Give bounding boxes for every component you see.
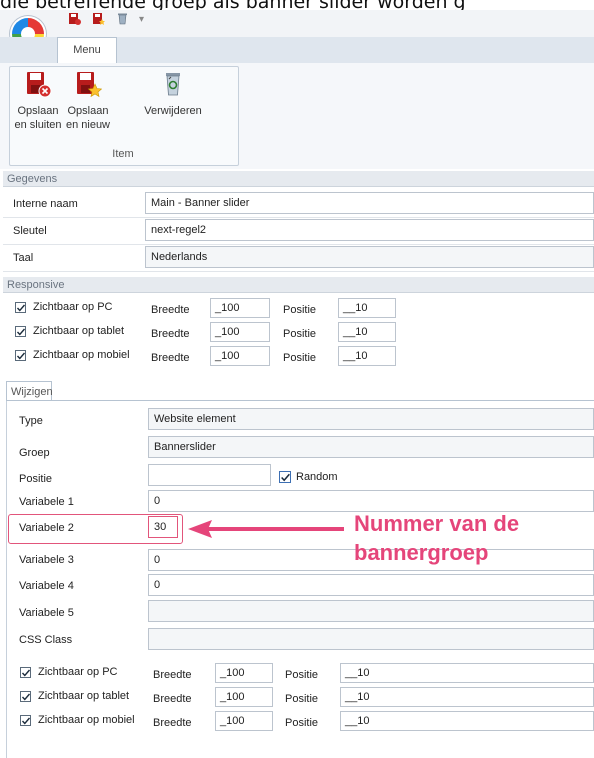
- label-taal: Taal: [13, 252, 34, 264]
- label-variabele-5: Variabele 5: [19, 607, 74, 619]
- wijzigen-row-mobiel: Zichtbaar op mobiel Breedte _100 Positie…: [0, 709, 594, 733]
- qat-customize-icon[interactable]: ▾: [139, 14, 144, 25]
- label-breedte: Breedte: [153, 693, 192, 705]
- label-breedte: Breedte: [151, 328, 190, 340]
- label-variabele-4: Variabele 4: [19, 580, 74, 592]
- positie-input-pc[interactable]: __10: [340, 663, 594, 683]
- label-positie: Positie: [285, 717, 319, 729]
- positie-input-mobiel[interactable]: __10: [340, 711, 594, 731]
- positie-input-tablet[interactable]: __10: [340, 687, 594, 707]
- save-close-icon: [27, 72, 52, 98]
- delete-label: Verwijderen: [144, 105, 202, 117]
- save-and-close-button[interactable]: Opslaan en sluiten: [14, 70, 62, 132]
- checkbox-random[interactable]: [279, 471, 291, 483]
- annotation-text: Nummer van de bannergroep: [354, 509, 519, 567]
- label-breedte: Breedte: [153, 669, 192, 681]
- label-variabele-3: Variabele 3: [19, 554, 74, 566]
- save-new-icon[interactable]: [92, 12, 105, 25]
- breedte-input-mobiel[interactable]: _100: [210, 346, 270, 366]
- variabele-4-field[interactable]: 0: [148, 574, 594, 596]
- label-positie: Positie: [285, 693, 319, 705]
- wijzigen-row-tablet: Zichtbaar op tablet Breedte _100 Positie…: [0, 685, 594, 709]
- recycle-bin-icon: [166, 73, 180, 96]
- breedte-input-mobiel[interactable]: _100: [215, 711, 273, 731]
- annotation-arrow-icon: [188, 520, 344, 538]
- label-zichtbaar-pc: Zichtbaar op PC: [38, 666, 118, 678]
- save-and-new-button[interactable]: Opslaan en nieuw: [64, 70, 112, 132]
- sleutel-field[interactable]: next-regel2: [145, 219, 594, 241]
- checkmark-icon: [21, 693, 31, 701]
- label-zichtbaar-mobiel: Zichtbaar op mobiel: [33, 349, 130, 361]
- checkmark-icon: [21, 717, 31, 725]
- label-positie: Positie: [19, 473, 53, 485]
- positie-input-mobiel[interactable]: __10: [338, 346, 396, 366]
- breedte-input-pc[interactable]: _100: [215, 663, 273, 683]
- variabele-5-field[interactable]: [148, 600, 594, 622]
- label-positie: Positie: [283, 328, 317, 340]
- positie-field[interactable]: [148, 464, 271, 486]
- tab-wijzigen[interactable]: Wijzigen: [6, 381, 53, 401]
- groep-select[interactable]: Bannerslider: [148, 436, 594, 458]
- label-breedte: Breedte: [153, 717, 192, 729]
- save-new-icon: [77, 72, 102, 98]
- checkbox-zichtbaar-mobiel[interactable]: [15, 350, 26, 361]
- label-groep: Groep: [19, 447, 50, 459]
- breedte-input-tablet[interactable]: _100: [210, 322, 270, 342]
- positie-input-pc[interactable]: __10: [338, 298, 396, 318]
- recycle-bin-icon[interactable]: [116, 12, 129, 25]
- row-divider: [3, 244, 594, 245]
- css-class-field[interactable]: [148, 628, 594, 650]
- checkmark-icon: [281, 473, 290, 482]
- highlight-box: [8, 514, 183, 544]
- section-gegevens-header: Gegevens: [3, 171, 594, 187]
- checkbox-zichtbaar-pc[interactable]: [20, 667, 31, 678]
- checkbox-zichtbaar-mobiel[interactable]: [20, 715, 31, 726]
- responsive-row-tablet: Zichtbaar op tablet Breedte _100 Positie…: [0, 320, 594, 344]
- positie-input-tablet[interactable]: __10: [338, 322, 396, 342]
- checkbox-zichtbaar-pc[interactable]: [15, 302, 26, 313]
- interne-naam-field[interactable]: Main - Banner slider: [145, 192, 594, 214]
- label-breedte: Breedte: [151, 352, 190, 364]
- checkbox-zichtbaar-tablet[interactable]: [20, 691, 31, 702]
- responsive-row-pc: Zichtbaar op PC Breedte _100 Positie __1…: [0, 296, 594, 320]
- checkmark-icon: [16, 328, 26, 336]
- ribbon-group-label: Item: [112, 148, 134, 160]
- row-divider: [3, 217, 594, 218]
- save-close-icon[interactable]: [68, 12, 81, 25]
- responsive-row-mobiel: Zichtbaar op mobiel Breedte _100 Positie…: [0, 344, 594, 368]
- save-and-close-label: Opslaan en sluiten: [14, 105, 62, 131]
- breedte-input-pc[interactable]: _100: [210, 298, 270, 318]
- annotation-line-1: Nummer van de: [354, 511, 520, 536]
- row-divider: [3, 271, 594, 272]
- delete-button[interactable]: Verwijderen: [114, 70, 232, 118]
- label-css-class: CSS Class: [19, 634, 73, 646]
- checkmark-icon: [16, 304, 26, 312]
- breedte-input-tablet[interactable]: _100: [215, 687, 273, 707]
- label-interne-naam: Interne naam: [13, 198, 78, 210]
- section-responsive-header: Responsive: [3, 277, 594, 293]
- taal-select[interactable]: Nederlands: [145, 246, 594, 268]
- label-variabele-1: Variabele 1: [19, 496, 74, 508]
- label-random: Random: [296, 471, 338, 483]
- wijzigen-row-pc: Zichtbaar op PC Breedte _100 Positie __1…: [0, 661, 594, 685]
- label-breedte: Breedte: [151, 304, 190, 316]
- label-positie: Positie: [283, 304, 317, 316]
- label-zichtbaar-pc: Zichtbaar op PC: [33, 301, 113, 313]
- checkmark-icon: [16, 352, 26, 360]
- label-positie: Positie: [285, 669, 319, 681]
- label-type: Type: [19, 415, 43, 427]
- label-positie: Positie: [283, 352, 317, 364]
- checkmark-icon: [21, 669, 31, 677]
- tab-menu[interactable]: Menu: [57, 37, 117, 64]
- quick-access-toolbar: [0, 10, 594, 37]
- type-select[interactable]: Website element: [148, 408, 594, 430]
- save-and-new-label: Opslaan en nieuw: [65, 105, 111, 131]
- checkbox-zichtbaar-tablet[interactable]: [15, 326, 26, 337]
- label-zichtbaar-mobiel: Zichtbaar op mobiel: [38, 714, 135, 726]
- annotation-line-2: bannergroep: [354, 540, 489, 565]
- label-zichtbaar-tablet: Zichtbaar op tablet: [33, 325, 125, 337]
- label-sleutel: Sleutel: [13, 225, 47, 237]
- label-zichtbaar-tablet: Zichtbaar op tablet: [38, 690, 130, 702]
